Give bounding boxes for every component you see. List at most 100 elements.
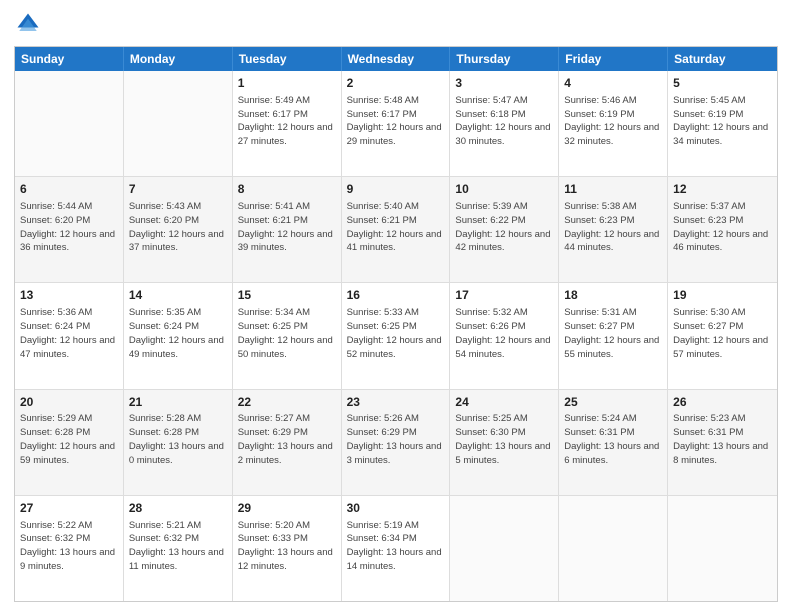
day-number: 9 xyxy=(347,181,445,198)
calendar-cell: 22Sunrise: 5:27 AM Sunset: 6:29 PM Dayli… xyxy=(233,390,342,495)
calendar-cell: 12 Sunrise: 5:37 AM Sunset: 6:23 PM Dayli… xyxy=(668,177,777,282)
logo xyxy=(14,10,46,38)
day-number: 16 xyxy=(347,287,445,304)
day-number: 14 xyxy=(129,287,227,304)
calendar-header-row: SundayMondayTuesdayWednesdayThursdayFrid… xyxy=(15,47,777,71)
calendar-cell: 3 Sunrise: 5:47 AM Sunset: 6:18 PM Daylig… xyxy=(450,71,559,176)
day-info: Sunrise: 5:24 AM Sunset: 6:31 PM Dayligh… xyxy=(564,412,662,467)
calendar-cell: 14Sunrise: 5:35 AM Sunset: 6:24 PM Dayli… xyxy=(124,283,233,388)
calendar-cell: 21Sunrise: 5:28 AM Sunset: 6:28 PM Dayli… xyxy=(124,390,233,495)
header-day-friday: Friday xyxy=(559,47,668,71)
header-day-thursday: Thursday xyxy=(450,47,559,71)
day-number: 27 xyxy=(20,500,118,517)
day-info: Sunrise: 5:40 AM Sunset: 6:21 PM Dayligh… xyxy=(347,200,445,255)
day-number: 8 xyxy=(238,181,336,198)
day-info: Sunrise: 5:28 AM Sunset: 6:28 PM Dayligh… xyxy=(129,412,227,467)
day-number: 13 xyxy=(20,287,118,304)
day-info: Sunrise: 5:49 AM Sunset: 6:17 PM Dayligh… xyxy=(238,94,336,149)
calendar-cell xyxy=(450,496,559,601)
day-info: Sunrise: 5:46 AM Sunset: 6:19 PM Dayligh… xyxy=(564,94,662,149)
day-info: Sunrise: 5:48 AM Sunset: 6:17 PM Dayligh… xyxy=(347,94,445,149)
day-info: Sunrise: 5:30 AM Sunset: 6:27 PM Dayligh… xyxy=(673,306,772,361)
calendar-cell xyxy=(668,496,777,601)
calendar-cell: 5 Sunrise: 5:45 AM Sunset: 6:19 PM Daylig… xyxy=(668,71,777,176)
day-info: Sunrise: 5:34 AM Sunset: 6:25 PM Dayligh… xyxy=(238,306,336,361)
day-info: Sunrise: 5:38 AM Sunset: 6:23 PM Dayligh… xyxy=(564,200,662,255)
day-number: 6 xyxy=(20,181,118,198)
day-info: Sunrise: 5:43 AM Sunset: 6:20 PM Dayligh… xyxy=(129,200,227,255)
day-info: Sunrise: 5:19 AM Sunset: 6:34 PM Dayligh… xyxy=(347,519,445,574)
day-number: 12 xyxy=(673,181,772,198)
calendar-cell: 27Sunrise: 5:22 AM Sunset: 6:32 PM Dayli… xyxy=(15,496,124,601)
logo-icon xyxy=(14,10,42,38)
day-info: Sunrise: 5:21 AM Sunset: 6:32 PM Dayligh… xyxy=(129,519,227,574)
day-info: Sunrise: 5:26 AM Sunset: 6:29 PM Dayligh… xyxy=(347,412,445,467)
day-number: 29 xyxy=(238,500,336,517)
calendar-body: 1 Sunrise: 5:49 AM Sunset: 6:17 PM Daylig… xyxy=(15,71,777,601)
day-info: Sunrise: 5:23 AM Sunset: 6:31 PM Dayligh… xyxy=(673,412,772,467)
calendar-week-5: 27Sunrise: 5:22 AM Sunset: 6:32 PM Dayli… xyxy=(15,495,777,601)
calendar-cell: 25Sunrise: 5:24 AM Sunset: 6:31 PM Dayli… xyxy=(559,390,668,495)
day-info: Sunrise: 5:29 AM Sunset: 6:28 PM Dayligh… xyxy=(20,412,118,467)
day-number: 23 xyxy=(347,394,445,411)
calendar-cell: 26Sunrise: 5:23 AM Sunset: 6:31 PM Dayli… xyxy=(668,390,777,495)
day-info: Sunrise: 5:31 AM Sunset: 6:27 PM Dayligh… xyxy=(564,306,662,361)
calendar-cell: 9 Sunrise: 5:40 AM Sunset: 6:21 PM Daylig… xyxy=(342,177,451,282)
calendar-week-4: 20Sunrise: 5:29 AM Sunset: 6:28 PM Dayli… xyxy=(15,389,777,495)
day-info: Sunrise: 5:33 AM Sunset: 6:25 PM Dayligh… xyxy=(347,306,445,361)
calendar-cell: 24Sunrise: 5:25 AM Sunset: 6:30 PM Dayli… xyxy=(450,390,559,495)
day-info: Sunrise: 5:39 AM Sunset: 6:22 PM Dayligh… xyxy=(455,200,553,255)
header-day-tuesday: Tuesday xyxy=(233,47,342,71)
day-info: Sunrise: 5:25 AM Sunset: 6:30 PM Dayligh… xyxy=(455,412,553,467)
calendar: SundayMondayTuesdayWednesdayThursdayFrid… xyxy=(14,46,778,602)
day-number: 24 xyxy=(455,394,553,411)
day-info: Sunrise: 5:20 AM Sunset: 6:33 PM Dayligh… xyxy=(238,519,336,574)
day-number: 18 xyxy=(564,287,662,304)
calendar-cell: 11Sunrise: 5:38 AM Sunset: 6:23 PM Dayli… xyxy=(559,177,668,282)
day-info: Sunrise: 5:47 AM Sunset: 6:18 PM Dayligh… xyxy=(455,94,553,149)
calendar-cell xyxy=(124,71,233,176)
calendar-cell: 1 Sunrise: 5:49 AM Sunset: 6:17 PM Daylig… xyxy=(233,71,342,176)
day-number: 25 xyxy=(564,394,662,411)
day-info: Sunrise: 5:45 AM Sunset: 6:19 PM Dayligh… xyxy=(673,94,772,149)
calendar-cell: 17 Sunrise: 5:32 AM Sunset: 6:26 PM Dayli… xyxy=(450,283,559,388)
day-number: 22 xyxy=(238,394,336,411)
day-info: Sunrise: 5:41 AM Sunset: 6:21 PM Dayligh… xyxy=(238,200,336,255)
day-number: 4 xyxy=(564,75,662,92)
day-info: Sunrise: 5:32 AM Sunset: 6:26 PM Dayligh… xyxy=(455,306,553,361)
day-number: 7 xyxy=(129,181,227,198)
day-info: Sunrise: 5:27 AM Sunset: 6:29 PM Dayligh… xyxy=(238,412,336,467)
day-number: 19 xyxy=(673,287,772,304)
calendar-cell: 23Sunrise: 5:26 AM Sunset: 6:29 PM Dayli… xyxy=(342,390,451,495)
day-number: 17 xyxy=(455,287,553,304)
calendar-cell: 10 Sunrise: 5:39 AM Sunset: 6:22 PM Dayli… xyxy=(450,177,559,282)
day-number: 2 xyxy=(347,75,445,92)
day-number: 5 xyxy=(673,75,772,92)
calendar-week-2: 6 Sunrise: 5:44 AM Sunset: 6:20 PM Daylig… xyxy=(15,176,777,282)
header-day-sunday: Sunday xyxy=(15,47,124,71)
header xyxy=(14,10,778,38)
day-info: Sunrise: 5:37 AM Sunset: 6:23 PM Dayligh… xyxy=(673,200,772,255)
day-info: Sunrise: 5:44 AM Sunset: 6:20 PM Dayligh… xyxy=(20,200,118,255)
day-number: 21 xyxy=(129,394,227,411)
header-day-wednesday: Wednesday xyxy=(342,47,451,71)
calendar-week-3: 13 Sunrise: 5:36 AM Sunset: 6:24 PM Dayli… xyxy=(15,282,777,388)
calendar-cell: 8 Sunrise: 5:41 AM Sunset: 6:21 PM Daylig… xyxy=(233,177,342,282)
calendar-cell: 28Sunrise: 5:21 AM Sunset: 6:32 PM Dayli… xyxy=(124,496,233,601)
calendar-cell: 7 Sunrise: 5:43 AM Sunset: 6:20 PM Daylig… xyxy=(124,177,233,282)
day-info: Sunrise: 5:36 AM Sunset: 6:24 PM Dayligh… xyxy=(20,306,118,361)
header-day-saturday: Saturday xyxy=(668,47,777,71)
calendar-cell: 6 Sunrise: 5:44 AM Sunset: 6:20 PM Daylig… xyxy=(15,177,124,282)
day-number: 15 xyxy=(238,287,336,304)
day-number: 3 xyxy=(455,75,553,92)
day-number: 10 xyxy=(455,181,553,198)
calendar-cell: 2 Sunrise: 5:48 AM Sunset: 6:17 PM Daylig… xyxy=(342,71,451,176)
day-number: 30 xyxy=(347,500,445,517)
day-number: 1 xyxy=(238,75,336,92)
calendar-cell: 30 Sunrise: 5:19 AM Sunset: 6:34 PM Dayli… xyxy=(342,496,451,601)
day-number: 20 xyxy=(20,394,118,411)
calendar-week-1: 1 Sunrise: 5:49 AM Sunset: 6:17 PM Daylig… xyxy=(15,71,777,176)
calendar-cell xyxy=(15,71,124,176)
calendar-cell: 18 Sunrise: 5:31 AM Sunset: 6:27 PM Dayli… xyxy=(559,283,668,388)
calendar-cell: 20Sunrise: 5:29 AM Sunset: 6:28 PM Dayli… xyxy=(15,390,124,495)
